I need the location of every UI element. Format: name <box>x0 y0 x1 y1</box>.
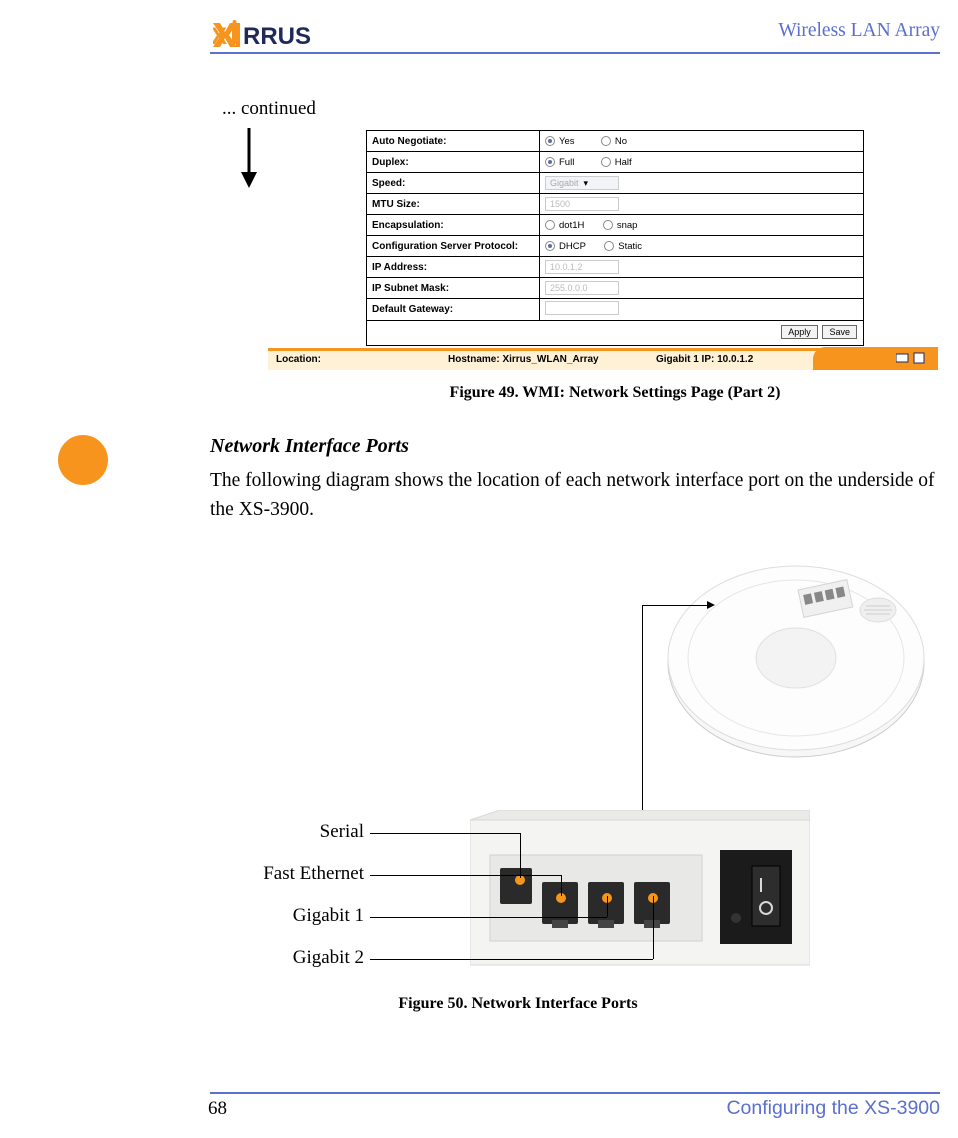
radio-label: DHCP <box>559 241 586 252</box>
port-label-fast-ethernet: Fast Ethernet <box>221 863 364 885</box>
radio-label: Full <box>559 157 574 168</box>
gw-field <box>545 301 619 315</box>
svg-text:X: X <box>213 23 228 50</box>
radio-label: Half <box>615 157 632 168</box>
page-root: RRUS X Wireless LAN Array ... continued … <box>0 0 958 1138</box>
row-encap-label: Encapsulation: <box>367 215 540 236</box>
row-mask-label: IP Subnet Mask: <box>367 278 540 299</box>
section-heading: Network Interface Ports <box>210 435 409 458</box>
row-csp-value: DHCP Static <box>540 236 864 257</box>
radio-label: Yes <box>559 136 575 147</box>
brand-logo: RRUS X <box>213 20 378 50</box>
figure-50-area: Serial Fast Ethernet Gigabit 1 Gigabit 2 <box>210 550 938 980</box>
wmi-settings-figure: Auto Negotiate: Yes No Duplex: Full Half… <box>268 130 938 370</box>
button-row: Apply Save <box>366 321 864 346</box>
leader-line <box>370 959 653 960</box>
port-label-serial: Serial <box>264 821 364 843</box>
row-duplex-value: Full Half <box>540 152 864 173</box>
radio-icon <box>601 136 611 146</box>
hostname-label: Hostname: Xirrus_WLAN_Array <box>448 354 599 365</box>
row-speed-label: Speed: <box>367 173 540 194</box>
row-mtu-value: 1500 <box>540 194 864 215</box>
radio-icon <box>601 157 611 167</box>
row-csp-label: Configuration Server Protocol: <box>367 236 540 257</box>
body-paragraph: The following diagram shows the location… <box>210 466 940 525</box>
arrowhead-icon <box>707 601 715 609</box>
radio-icon <box>604 241 614 251</box>
row-auto-negotiate-value: Yes No <box>540 131 864 152</box>
port-label-gigabit1: Gigabit 1 <box>260 905 364 927</box>
radio-icon <box>545 220 555 230</box>
leader-line <box>370 875 561 876</box>
callout-line <box>642 605 711 606</box>
row-ip-label: IP Address: <box>367 257 540 278</box>
printer-icon <box>896 351 928 365</box>
row-mtu-label: MTU Size: <box>367 194 540 215</box>
port-label-gigabit2: Gigabit 2 <box>260 947 364 969</box>
ip-label: Gigabit 1 IP: 10.0.1.2 <box>656 354 753 365</box>
row-gw-label: Default Gateway: <box>367 299 540 321</box>
continued-label: ... continued <box>222 98 316 120</box>
down-arrow-icon <box>237 128 261 188</box>
leader-line <box>370 833 520 834</box>
radio-icon <box>603 220 613 230</box>
figure-49-caption: Figure 49. WMI: Network Settings Page (P… <box>400 384 830 402</box>
leader-line <box>561 875 562 896</box>
apply-button: Apply <box>781 325 818 339</box>
location-bar: Location: Hostname: Xirrus_WLAN_Array Gi… <box>268 348 938 370</box>
svg-text:RRUS: RRUS <box>243 23 311 50</box>
device-ports-illustration <box>470 810 810 975</box>
radio-label: snap <box>617 220 638 231</box>
device-top-illustration <box>648 550 928 765</box>
row-speed-value: Gigabit ▾ <box>540 173 864 194</box>
header-title: Wireless LAN Array <box>778 20 940 42</box>
radio-label: Static <box>618 241 642 252</box>
leader-line <box>607 896 608 917</box>
figure-50-caption: Figure 50. Network Interface Ports <box>318 995 718 1013</box>
radio-icon <box>545 241 555 251</box>
ip-field: 10.0.1.2 <box>545 260 619 274</box>
footer-section-title: Configuring the XS-3900 <box>726 1097 940 1120</box>
mask-field: 255.0.0.0 <box>545 281 619 295</box>
leader-line <box>370 917 607 918</box>
radio-label: No <box>615 136 627 147</box>
location-label: Location: <box>276 354 321 365</box>
row-encap-value: dot1H snap <box>540 215 864 236</box>
header-rule <box>210 52 940 54</box>
row-duplex-label: Duplex: <box>367 152 540 173</box>
mtu-field: 1500 <box>545 197 619 211</box>
row-gw-value <box>540 299 864 321</box>
row-ip-value: 10.0.1.2 <box>540 257 864 278</box>
save-button: Save <box>822 325 857 339</box>
wmi-settings-table: Auto Negotiate: Yes No Duplex: Full Half… <box>366 130 864 321</box>
radio-icon <box>545 157 555 167</box>
location-bar-tab <box>813 347 938 370</box>
leader-line <box>653 896 654 959</box>
row-mask-value: 255.0.0.0 <box>540 278 864 299</box>
radio-label: dot1H <box>559 220 584 231</box>
row-auto-negotiate-label: Auto Negotiate: <box>367 131 540 152</box>
leader-line <box>520 833 521 878</box>
footer-rule <box>210 1092 940 1094</box>
page-number: 68 <box>208 1098 227 1120</box>
speed-select: Gigabit ▾ <box>545 176 619 190</box>
radio-icon <box>545 136 555 146</box>
section-bullet-icon <box>58 435 108 485</box>
